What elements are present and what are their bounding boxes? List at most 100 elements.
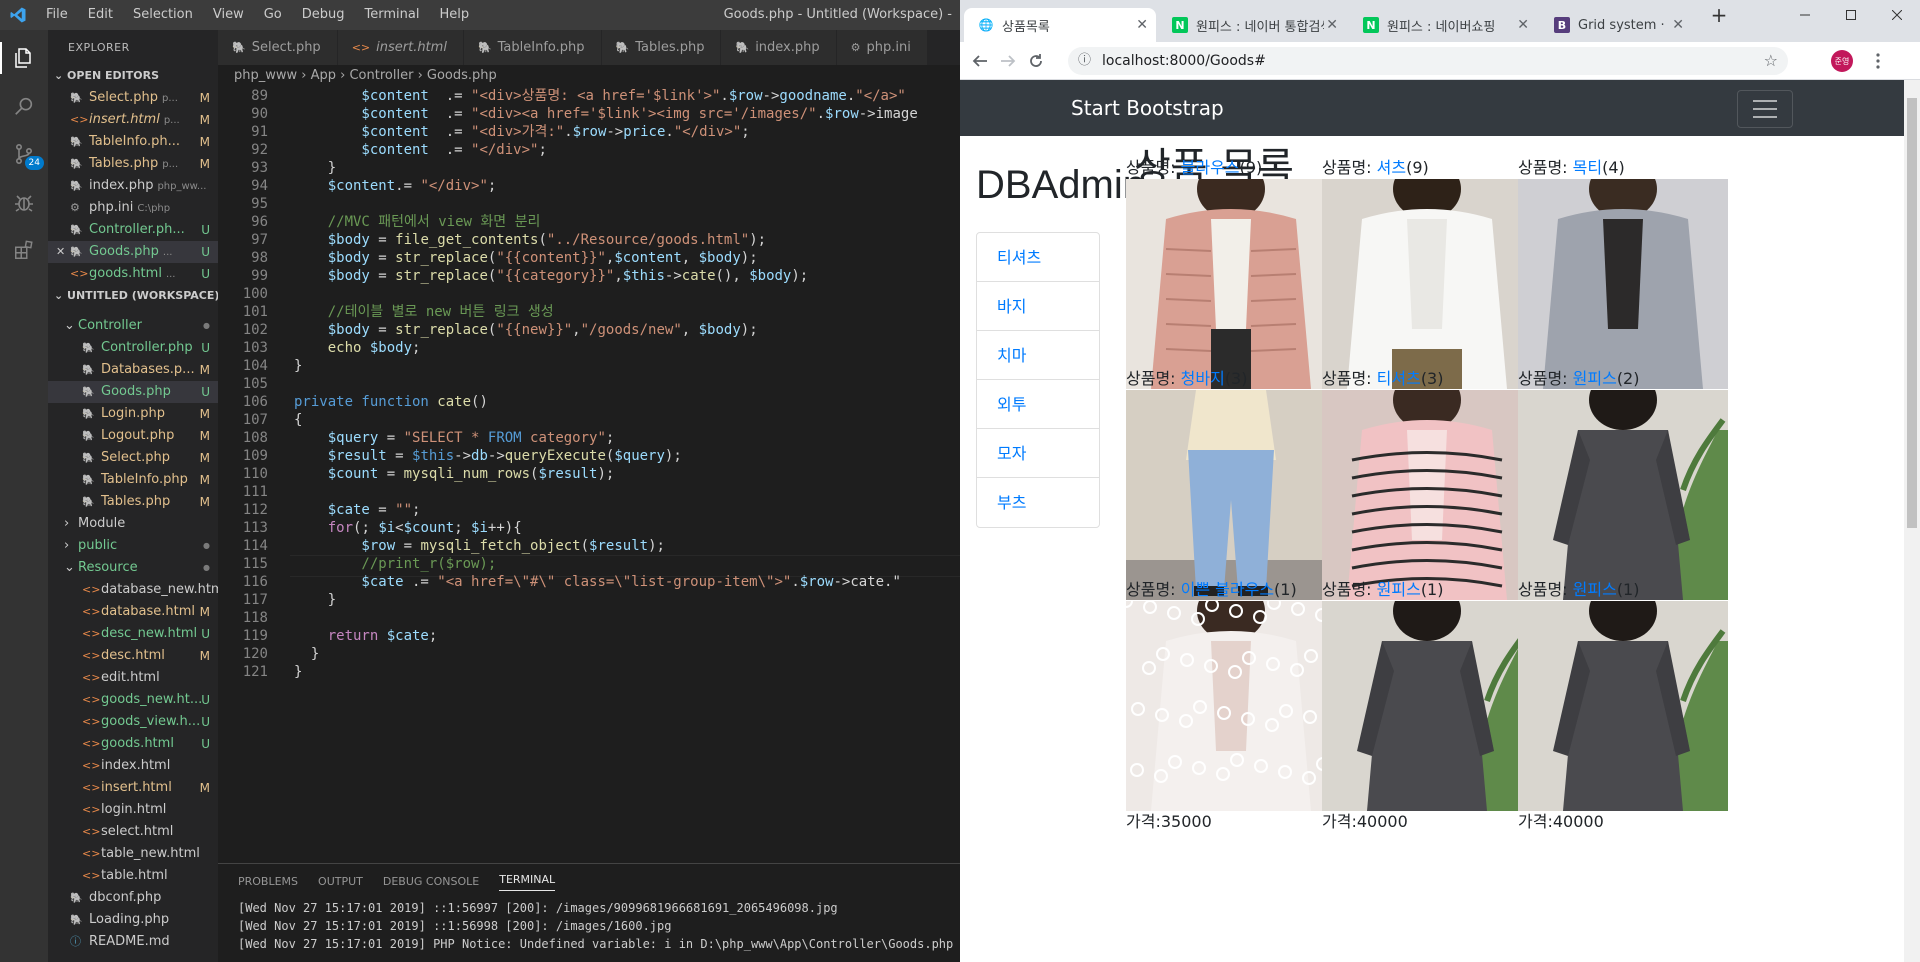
- product-image[interactable]: [1518, 179, 1728, 389]
- menu-go[interactable]: Go: [254, 0, 292, 30]
- tree-file[interactable]: ⓘ README.md: [48, 931, 218, 953]
- product-link[interactable]: 청바지: [1181, 369, 1225, 388]
- tree-file[interactable]: <>table_new.html: [48, 843, 218, 865]
- close-icon[interactable]: [1874, 0, 1920, 30]
- tree-file[interactable]: 🐘 Controller.php U: [48, 337, 218, 359]
- product-link[interactable]: 목티: [1573, 158, 1602, 177]
- category-item[interactable]: 부츠: [977, 478, 1099, 527]
- tree-file[interactable]: <>insert.html M: [48, 777, 218, 799]
- editor-tab[interactable]: 🐘 Tables.php: [601, 30, 722, 65]
- forward-icon[interactable]: [996, 49, 1020, 73]
- navbar-toggler-icon[interactable]: [1737, 90, 1793, 128]
- tree-file[interactable]: <>goods.html U: [48, 733, 218, 755]
- product-image[interactable]: [1126, 390, 1336, 600]
- editor-tab[interactable]: 🐘 index.php: [721, 30, 837, 65]
- product-image[interactable]: [1322, 601, 1532, 811]
- breadcrumb-item[interactable]: php_www: [234, 68, 297, 83]
- product-image[interactable]: [1518, 390, 1728, 600]
- editor-tab[interactable]: ⚙ php.ini: [836, 30, 928, 65]
- open-editor-item[interactable]: 🐘 Select.php p... M: [48, 87, 218, 109]
- breadcrumb-item[interactable]: App: [311, 68, 336, 83]
- editor-tab[interactable]: 🐘 TableInfo.php: [463, 30, 602, 65]
- product-link[interactable]: 티셔츠: [1377, 369, 1421, 388]
- source-control-icon[interactable]: 24: [8, 138, 44, 170]
- product-image[interactable]: [1518, 601, 1728, 811]
- category-item[interactable]: 치마: [977, 331, 1099, 380]
- tree-file[interactable]: <>database.html M: [48, 601, 218, 623]
- close-tab-icon[interactable]: ✕: [1326, 17, 1338, 33]
- open-editor-item[interactable]: <>insert.html p... M: [48, 109, 218, 131]
- tree-file[interactable]: 🐘 TableInfo.php M: [48, 469, 218, 491]
- tree-file[interactable]: 🐘 Databases.p... M: [48, 359, 218, 381]
- terminal-output[interactable]: [Wed Nov 27 15:17:01 2019] ::1:56997 [20…: [218, 899, 960, 953]
- menu-terminal[interactable]: Terminal: [355, 0, 430, 30]
- address-bar[interactable]: ⓘ localhost:8000/Goods# ☆: [1068, 47, 1788, 75]
- panel-tab-problems[interactable]: PROBLEMS: [238, 875, 298, 888]
- new-tab-button[interactable]: +: [1696, 0, 1742, 30]
- product-link[interactable]: 원피스: [1573, 369, 1617, 388]
- workspace-header[interactable]: ⌄ UNTITLED (WORKSPACE): [48, 285, 218, 307]
- tree-file[interactable]: <>desc_new.html U: [48, 623, 218, 645]
- search-icon[interactable]: [8, 90, 40, 122]
- category-item[interactable]: 모자: [977, 429, 1099, 478]
- browser-tab[interactable]: B Grid system · Bootstrap✕: [1540, 8, 1692, 42]
- open-editors-header[interactable]: ⌄ OPEN EDITORS: [48, 65, 218, 87]
- reload-icon[interactable]: [1024, 49, 1048, 73]
- tree-file[interactable]: <>edit.html: [48, 667, 218, 689]
- tree-file[interactable]: <>select.html: [48, 821, 218, 843]
- extensions-icon[interactable]: [8, 234, 40, 266]
- open-editor-item[interactable]: ⚙ php.ini C:\php: [48, 197, 218, 219]
- tree-file[interactable]: <>login.html: [48, 799, 218, 821]
- browser-tab[interactable]: 🌐 상품목록 ✕: [964, 8, 1156, 42]
- navbar-brand[interactable]: Start Bootstrap: [1071, 80, 1224, 136]
- minimize-icon[interactable]: [1782, 0, 1828, 30]
- open-editor-item[interactable]: ✕ 🐘 Goods.php... U: [48, 241, 218, 263]
- category-item[interactable]: 티셔츠: [977, 233, 1099, 282]
- maximize-icon[interactable]: [1828, 0, 1874, 30]
- editor-tab[interactable]: 🐘 Select.php: [218, 30, 338, 65]
- page-scrollbar[interactable]: [1904, 80, 1920, 962]
- close-tab-icon[interactable]: ✕: [1672, 17, 1684, 33]
- open-editor-item[interactable]: 🐘 Controller.ph... U: [48, 219, 218, 241]
- tree-file[interactable]: <>desc.html M: [48, 645, 218, 667]
- panel-tab-output[interactable]: OUTPUT: [318, 875, 363, 888]
- close-tab-icon[interactable]: ✕: [1517, 17, 1529, 33]
- tree-file[interactable]: 🐘 Select.php M: [48, 447, 218, 469]
- tree-folder[interactable]: › Module: [48, 513, 218, 535]
- product-image[interactable]: [1126, 179, 1336, 389]
- tree-file[interactable]: <>goods_view.h... U: [48, 711, 218, 733]
- product-link[interactable]: 원피스: [1377, 580, 1421, 599]
- breadcrumb-item[interactable]: Controller: [349, 68, 413, 83]
- menu-view[interactable]: View: [203, 0, 254, 30]
- panel-tab-debug-console[interactable]: DEBUG CONSOLE: [383, 875, 479, 888]
- product-link[interactable]: 원피스: [1573, 580, 1617, 599]
- back-icon[interactable]: [968, 49, 992, 73]
- browser-tab[interactable]: N 원피스 : 네이버 통합검색 ✕: [1158, 8, 1346, 42]
- breadcrumb-item[interactable]: Goods.php: [427, 68, 497, 83]
- product-link[interactable]: 블라우스: [1181, 158, 1240, 177]
- menu-debug[interactable]: Debug: [292, 0, 355, 30]
- tree-folder[interactable]: ⌄ Resource ●: [48, 557, 218, 579]
- menu-selection[interactable]: Selection: [123, 0, 203, 30]
- editor-tab[interactable]: <> insert.html: [337, 30, 464, 65]
- tree-file[interactable]: <>database_new.html: [48, 579, 218, 601]
- bookmark-star-icon[interactable]: ☆: [1764, 47, 1778, 75]
- tree-folder[interactable]: ⌄ Controller ●: [48, 315, 218, 337]
- tree-file[interactable]: <>index.html: [48, 755, 218, 777]
- tree-file[interactable]: 🐘 Tables.php M: [48, 491, 218, 513]
- category-item[interactable]: 바지: [977, 282, 1099, 331]
- open-editor-item[interactable]: <>goods.html... U: [48, 263, 218, 285]
- tree-file[interactable]: 🐘 Logout.php M: [48, 425, 218, 447]
- explorer-icon[interactable]: [0, 42, 40, 74]
- tree-file[interactable]: 🐘 dbconf.php: [48, 887, 218, 909]
- browser-tab[interactable]: N 원피스 : 네이버쇼핑 ✕: [1349, 8, 1537, 42]
- category-item[interactable]: 외투: [977, 380, 1099, 429]
- tree-file[interactable]: 🐘 Goods.php U: [48, 381, 218, 403]
- code-editor[interactable]: 89 $content .= "<div>상품명: <a href='$link…: [218, 87, 960, 863]
- tree-file[interactable]: 🐘 Login.php M: [48, 403, 218, 425]
- info-icon[interactable]: ⓘ: [1078, 47, 1091, 75]
- tree-file[interactable]: <>goods_new.ht... U: [48, 689, 218, 711]
- open-editor-item[interactable]: 🐘 Tables.php p... M: [48, 153, 218, 175]
- close-icon[interactable]: ✕: [56, 241, 65, 263]
- product-link[interactable]: 이쁜 블라우스: [1181, 580, 1274, 599]
